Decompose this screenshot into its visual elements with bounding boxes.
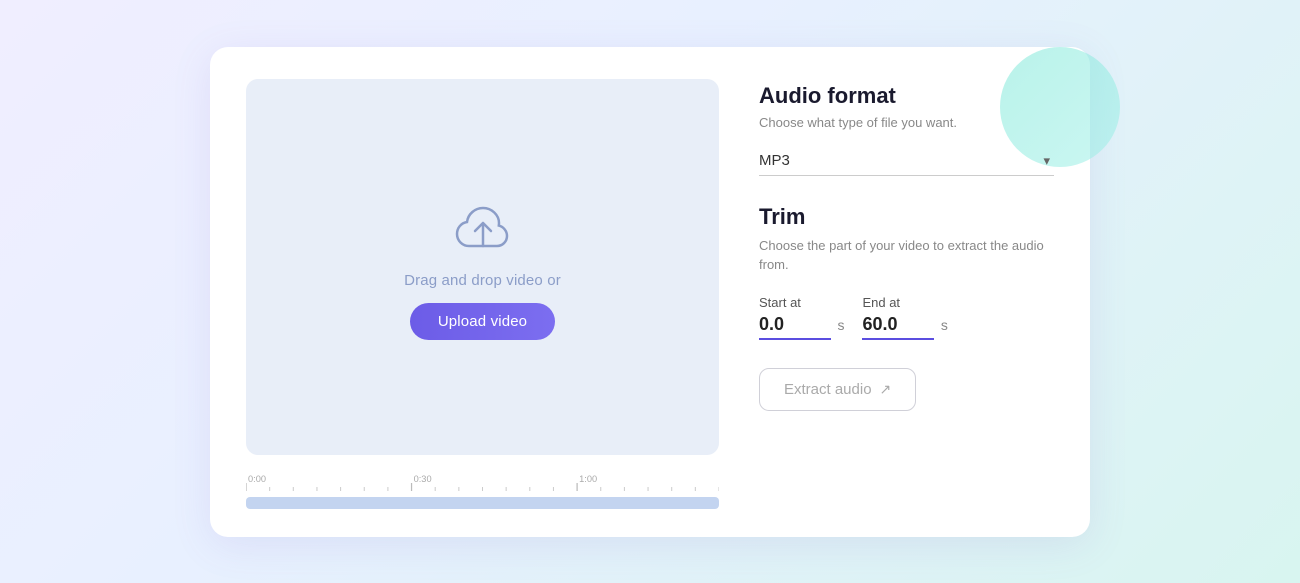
trim-section: Trim Choose the part of your video to ex… — [759, 204, 1054, 411]
end-at-field: End at s — [862, 295, 947, 340]
drop-zone[interactable]: Drag and drop video or Upload video — [246, 79, 719, 455]
end-at-unit: s — [941, 317, 948, 333]
start-at-field: Start at s — [759, 295, 844, 340]
extract-audio-label: Extract audio — [784, 381, 872, 398]
end-at-input[interactable] — [862, 312, 934, 340]
svg-text:0:00: 0:00 — [248, 474, 266, 484]
format-select[interactable]: MP3 WAV AAC OGG FLAC — [759, 146, 1054, 176]
end-at-label: End at — [862, 295, 900, 310]
start-at-input-wrap: s — [759, 312, 844, 340]
upload-video-button[interactable]: Upload video — [410, 303, 555, 340]
left-panel: Drag and drop video or Upload video 0:00 — [246, 79, 719, 509]
end-at-input-wrap: s — [862, 312, 947, 340]
format-subtitle: Choose what type of file you want. — [759, 115, 1054, 130]
upload-icon — [451, 194, 515, 258]
right-panel: Audio format Choose what type of file yo… — [759, 79, 1054, 509]
trim-title: Trim — [759, 204, 1054, 230]
svg-text:0:30: 0:30 — [414, 474, 432, 484]
format-select-wrap: MP3 WAV AAC OGG FLAC ▾ — [759, 146, 1054, 176]
external-link-icon: ↗ — [880, 381, 892, 398]
trim-subtitle: Choose the part of your video to extract… — [759, 236, 1054, 275]
extract-audio-button[interactable]: Extract audio ↗ — [759, 368, 916, 411]
format-section: Audio format Choose what type of file yo… — [759, 83, 1054, 204]
start-at-input[interactable] — [759, 312, 831, 340]
timeline-wrap: 0:00 0:30 — [246, 473, 719, 509]
drag-drop-text: Drag and drop video or — [404, 272, 561, 289]
card-inner: Drag and drop video or Upload video 0:00 — [246, 79, 1054, 509]
start-at-unit: s — [837, 317, 844, 333]
svg-text:1:00: 1:00 — [579, 474, 597, 484]
timeline-bar[interactable] — [246, 497, 719, 509]
main-card: Drag and drop video or Upload video 0:00 — [210, 47, 1090, 537]
timeline-ruler: 0:00 0:30 — [246, 473, 719, 495]
start-at-label: Start at — [759, 295, 801, 310]
format-title: Audio format — [759, 83, 1054, 109]
trim-inputs: Start at s End at s — [759, 295, 1054, 340]
